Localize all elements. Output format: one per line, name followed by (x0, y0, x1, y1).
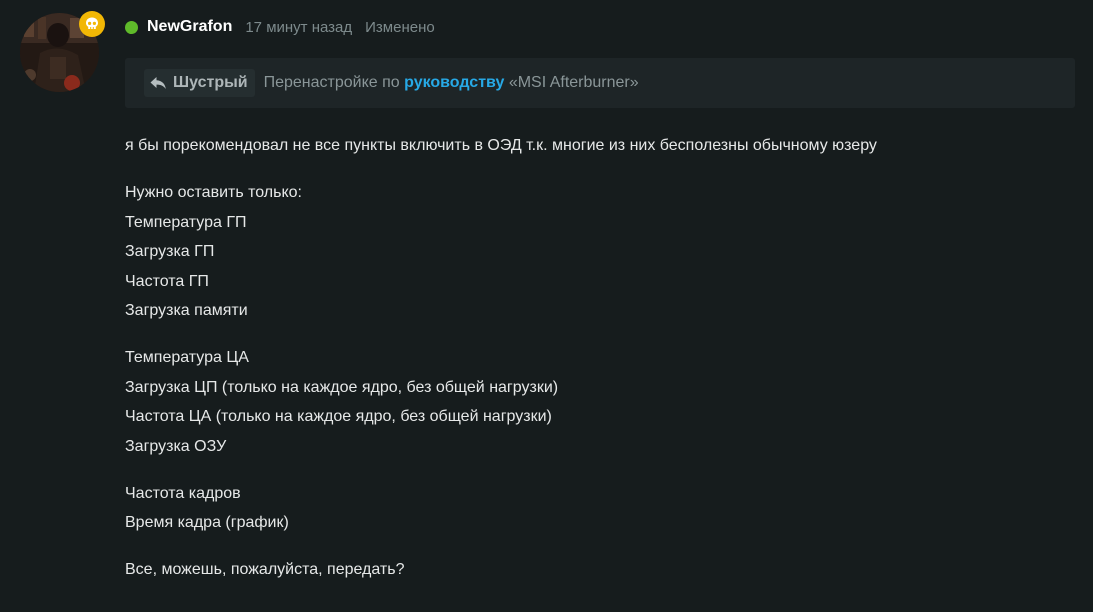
text-line: Загрузка ЦП (только на каждое ядро, без … (125, 378, 559, 396)
paragraph-closing: Все, можешь, пожалуйста, передать? (125, 555, 1065, 585)
text-line: Частота ГП (125, 272, 209, 290)
text-line: Время кадра (график) (125, 514, 289, 531)
edited-label: Изменено (365, 18, 435, 36)
text-line: Температура ГП (125, 213, 247, 231)
text-line: Температура ЦА (125, 349, 249, 366)
text-line: Частота кадров (125, 484, 241, 502)
reply-author: Шустрый (173, 74, 248, 91)
paragraph-frames: Частота кадров Время кадра (график) (125, 479, 1065, 538)
avatar-wrap[interactable] (20, 11, 105, 92)
comment: NewGrafon 17 минут назад Изменено Шустры… (0, 0, 1093, 612)
paragraph-intro: я бы порекомендовал не все пункты включи… (125, 131, 1065, 161)
reply-quote: Перенастройке по руководству «MSI Afterb… (264, 74, 639, 92)
reply-quote-title: «MSI Afterburner» (508, 74, 639, 91)
reply-context: Шустрый Перенастройке по руководству «MS… (125, 58, 1075, 108)
timestamp[interactable]: 17 минут назад (245, 19, 352, 36)
comment-header: NewGrafon 17 минут назад Изменено (125, 16, 448, 38)
paragraph-cpu: Температура ЦА Загрузка ЦП (только на ка… (125, 343, 1065, 461)
reply-arrow-icon (149, 75, 168, 91)
reply-author-chip[interactable]: Шустрый (144, 69, 255, 97)
reply-quote-prefix: Перенастройке по (263, 74, 400, 91)
comment-body: я бы порекомендовал не все пункты включи… (125, 131, 1065, 602)
text-line: Все, можешь, пожалуйста, передать? (125, 561, 405, 578)
text-line: Загрузка ГП (125, 243, 215, 260)
skull-icon (86, 17, 98, 29)
text-line: Частота ЦА (только на каждое ядро, без о… (125, 408, 552, 425)
username-link[interactable]: NewGrafon (147, 18, 232, 36)
text-line: Нужно оставить только: (125, 184, 302, 201)
text-line: Загрузка ОЗУ (125, 437, 227, 455)
skull-badge (79, 11, 105, 37)
paragraph-gpu: Нужно оставить только: Температура ГП За… (125, 178, 1065, 326)
text-line: я бы порекомендовал не все пункты включи… (125, 137, 877, 154)
online-status-icon (125, 20, 138, 34)
guide-link[interactable]: руководству (404, 74, 504, 91)
text-line: Загрузка памяти (125, 302, 248, 319)
